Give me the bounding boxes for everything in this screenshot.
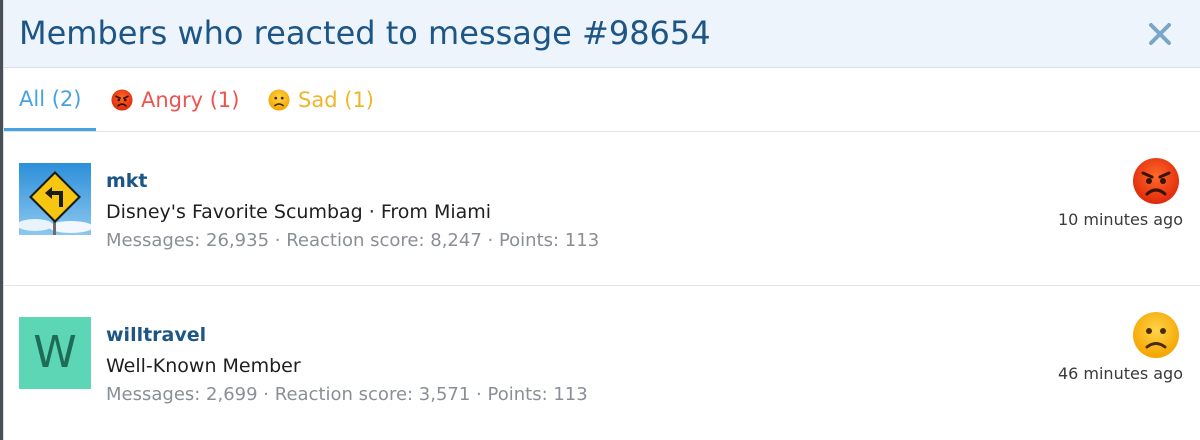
tab-angry-label: Angry (1): [141, 88, 240, 112]
sad-face-icon: [1132, 311, 1180, 359]
reaction-time[interactable]: 46 minutes ago: [1058, 364, 1183, 383]
list-item: mkt Disney's Favorite Scumbag · From Mia…: [4, 133, 1200, 286]
close-icon: [1149, 23, 1171, 45]
close-button[interactable]: [1146, 20, 1174, 48]
road-sign-avatar: [19, 163, 91, 235]
tab-sad[interactable]: Sad (1): [268, 69, 374, 131]
user-stats: Messages: 26,935 · Reaction score: 8,247…: [106, 230, 600, 251]
tab-sad-label: Sad (1): [298, 88, 374, 112]
modal-header: Members who reacted to message #98654: [4, 0, 1200, 68]
username-link[interactable]: mkt: [106, 170, 148, 192]
tab-all[interactable]: All (2): [4, 69, 96, 131]
modal-title: Members who reacted to message #98654: [19, 14, 711, 52]
username-link[interactable]: willtravel: [106, 324, 206, 346]
user-title: Disney's Favorite Scumbag · From Miami: [106, 201, 492, 223]
angry-face-icon: [111, 89, 133, 111]
reaction-tabs: All (2) Angry (1) Sad (1): [4, 69, 1200, 132]
user-stats: Messages: 2,699 · Reaction score: 3,571 …: [106, 384, 588, 405]
avatar[interactable]: W: [19, 317, 91, 389]
tab-all-label: All (2): [19, 86, 82, 111]
avatar[interactable]: [19, 163, 91, 235]
tab-angry[interactable]: Angry (1): [111, 69, 240, 131]
reactions-modal: Members who reacted to message #98654 Al…: [3, 0, 1200, 440]
reaction-time[interactable]: 10 minutes ago: [1058, 210, 1183, 229]
list-item: W willtravel Well-Known Member Messages:…: [4, 287, 1200, 440]
sad-face-icon: [268, 89, 290, 111]
user-title: Well-Known Member: [106, 355, 301, 377]
angry-face-icon: [1132, 157, 1180, 205]
